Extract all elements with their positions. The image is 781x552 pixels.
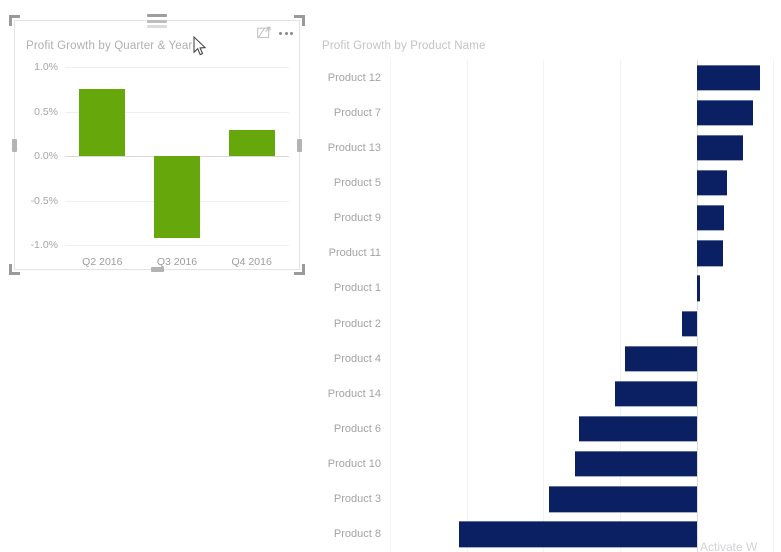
right-chart-category-label[interactable]: Product 10 [328, 458, 381, 470]
focus-mode-icon[interactable] [257, 26, 271, 40]
left-chart-y-tick: 1.0% [34, 61, 58, 73]
selection-handle-bottom-right[interactable] [294, 264, 305, 275]
selection-handle-left[interactable] [12, 139, 17, 152]
drag-handle-icon[interactable] [147, 14, 167, 28]
right-chart-category-label[interactable]: Product 8 [334, 528, 381, 540]
left-chart-title: Profit Growth by Quarter & Year [26, 40, 193, 52]
right-chart-bar[interactable] [624, 346, 697, 372]
left-chart-bar[interactable] [228, 130, 275, 156]
right-chart-gridline [466, 60, 468, 552]
right-chart-gridline [773, 60, 775, 552]
right-chart-bar[interactable] [682, 310, 697, 337]
selection-handle-top-right[interactable] [294, 15, 305, 26]
right-chart-category-label[interactable]: Product 4 [334, 353, 381, 365]
right-chart-bar[interactable] [696, 64, 760, 91]
left-chart-y-tick: -1.0% [30, 239, 58, 251]
selection-handle-top-left[interactable] [9, 15, 20, 26]
right-chart-category-label[interactable]: Product 3 [334, 493, 381, 505]
right-chart-gridline [390, 60, 391, 552]
right-chart-category-label[interactable]: Product 14 [328, 388, 381, 400]
right-chart-category-label[interactable]: Product 5 [334, 177, 381, 189]
right-chart-category-label[interactable]: Product 6 [334, 423, 381, 435]
right-chart-gridline [620, 60, 621, 552]
right-chart-bar[interactable] [696, 100, 754, 126]
left-chart-y-tick: -0.5% [30, 194, 58, 207]
selection-handle-right[interactable] [297, 139, 302, 152]
right-chart-bar[interactable] [614, 381, 697, 407]
left-chart-x-tick: Q4 2016 [231, 256, 272, 268]
left-chart-y-tick: 0.0% [34, 150, 58, 162]
left-chart-bar[interactable] [79, 89, 126, 156]
profit-growth-quarter-year-visual[interactable]: Profit Growth by Quarter & Year 1.0% 0.5%… [9, 14, 305, 275]
left-chart-plot-area: 1.0% 0.5% 0.0% -0.5% -1.0% Q2 2016 Q3 2016 Q4 2… [31, 61, 289, 268]
right-chart-bar[interactable] [696, 135, 743, 161]
visual-header-actions [257, 23, 294, 43]
right-chart-bar[interactable] [696, 205, 725, 231]
right-chart-bar[interactable] [574, 451, 697, 477]
right-chart-bar[interactable] [696, 170, 727, 196]
left-chart-x-tick: Q2 2016 [82, 256, 123, 268]
right-chart-gridline [543, 60, 545, 552]
windows-activation-watermark: Activate W [700, 540, 758, 552]
more-options-icon[interactable] [278, 28, 294, 39]
right-chart-category-label[interactable]: Product 9 [334, 212, 381, 224]
right-chart-plot-area: Product 12 Product 7 Product 13 Product 5 Pr… [328, 60, 781, 552]
selection-handle-bottom-left[interactable] [9, 264, 20, 275]
right-chart-bar[interactable] [696, 275, 701, 302]
left-chart-gridline [65, 245, 289, 246]
selection-handle-bottom[interactable] [151, 267, 164, 272]
profit-growth-product-name-visual[interactable]: Profit Growth by Product Name Product 12… [320, 32, 781, 552]
right-chart-bar[interactable] [549, 486, 697, 512]
right-chart-bar[interactable] [459, 521, 697, 548]
right-chart-bar[interactable] [579, 416, 697, 442]
right-chart-category-label[interactable]: Product 1 [334, 282, 381, 294]
right-chart-zero-line [696, 60, 698, 552]
left-chart-bar[interactable] [153, 156, 201, 238]
right-chart-category-label[interactable]: Product 13 [328, 142, 381, 154]
right-chart-title: Profit Growth by Product Name [322, 40, 486, 52]
right-chart-category-label[interactable]: Product 2 [334, 318, 381, 330]
right-chart-category-label[interactable]: Product 11 [329, 247, 381, 259]
left-chart-gridline [65, 67, 289, 68]
right-chart-category-label[interactable]: Product 7 [334, 107, 381, 119]
right-chart-bar[interactable] [696, 240, 724, 266]
right-chart-category-label[interactable]: Product 12 [328, 72, 381, 84]
left-chart-y-tick: 0.5% [34, 105, 58, 118]
